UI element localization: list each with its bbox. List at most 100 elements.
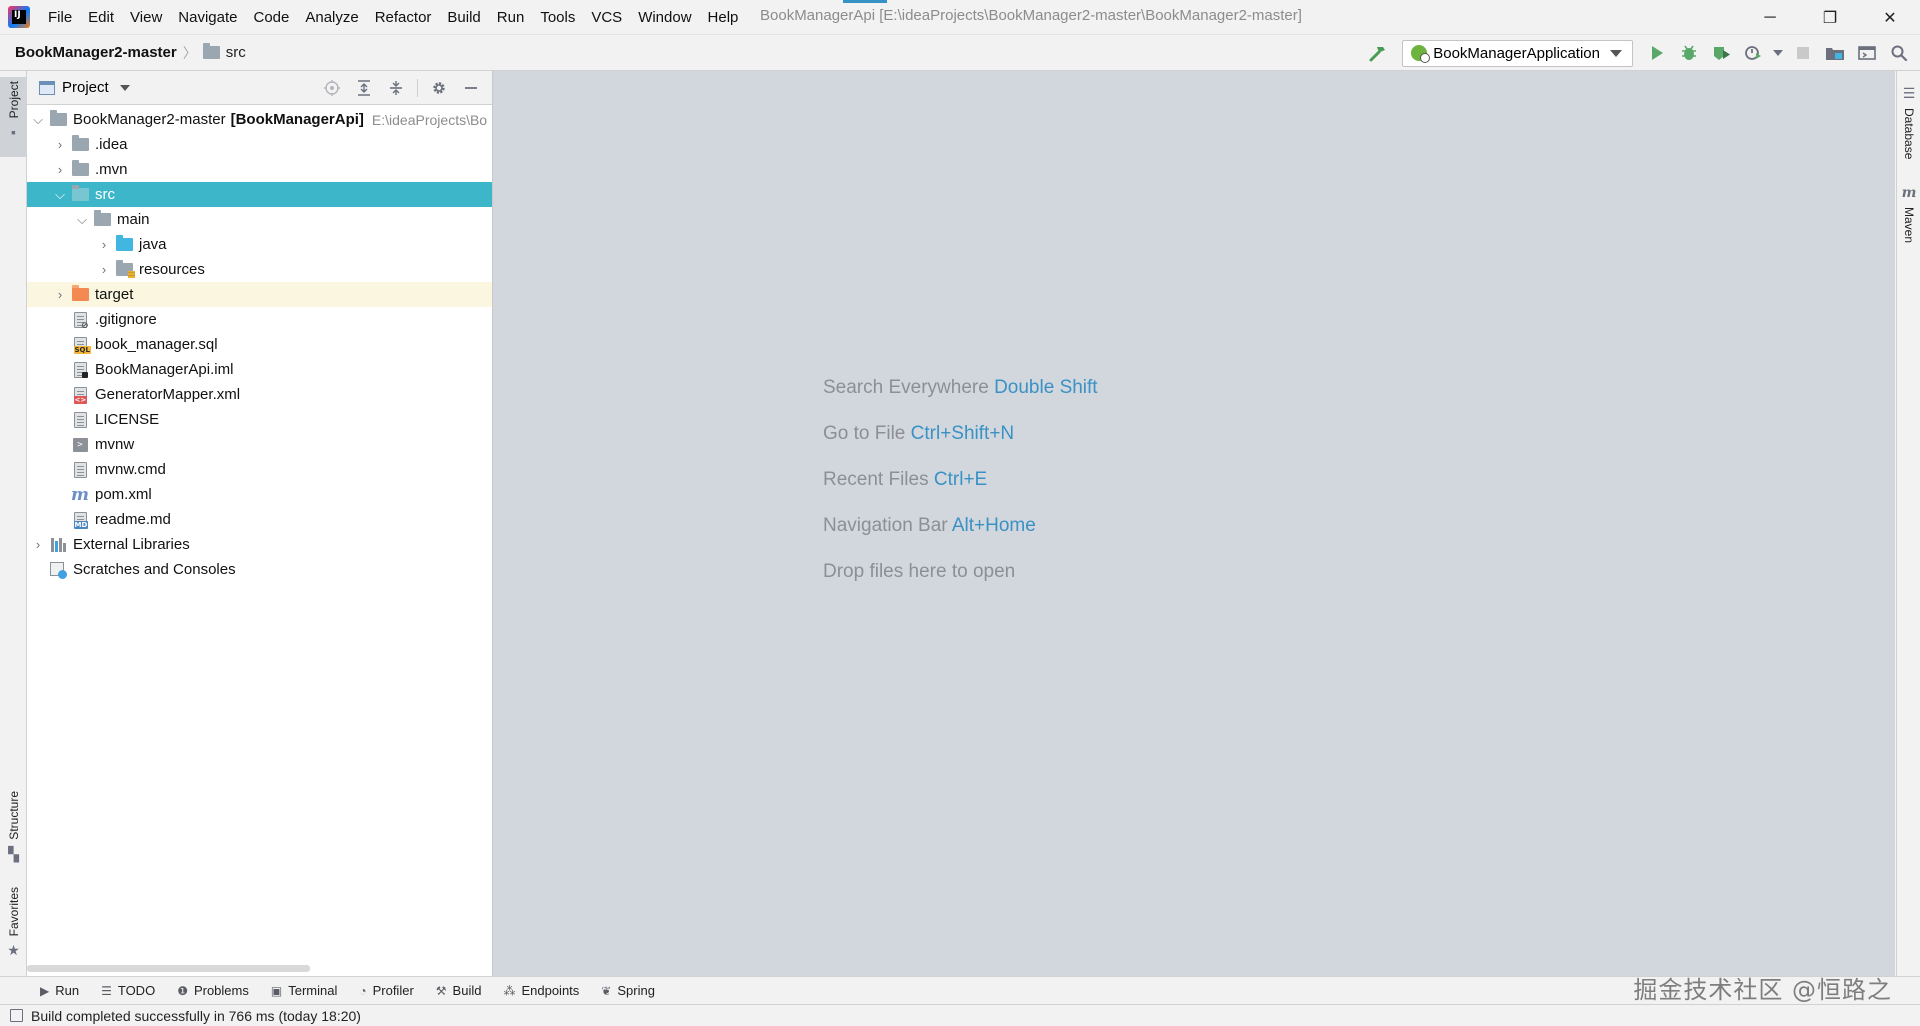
- stop-icon[interactable]: [1788, 38, 1818, 68]
- search-icon[interactable]: [1884, 38, 1914, 68]
- menu-file[interactable]: File: [40, 0, 80, 35]
- chevron-right-icon[interactable]: ›: [49, 132, 71, 157]
- folder-icon: [71, 185, 89, 204]
- tree-row-java[interactable]: › java: [27, 232, 492, 257]
- close-button[interactable]: ✕: [1860, 0, 1920, 35]
- chevron-right-icon[interactable]: ›: [27, 532, 49, 557]
- status-message: Build completed successfully in 766 ms (…: [31, 1007, 361, 1024]
- menu-navigate[interactable]: Navigate: [170, 0, 245, 35]
- project-structure-icon[interactable]: [1820, 38, 1850, 68]
- menu-edit[interactable]: Edit: [80, 0, 122, 35]
- hide-panel-icon[interactable]: [458, 75, 484, 101]
- tool-tab-profiler[interactable]: ◔ Profiler: [359, 983, 413, 998]
- left-tool-strip: Project ▪ Structure ▚ Favorites ★: [0, 71, 27, 976]
- library-icon: [49, 536, 67, 554]
- tree-row-sql-label: book_manager.sql: [95, 336, 218, 353]
- chevron-down-icon[interactable]: ⌵: [71, 207, 93, 232]
- restore-button[interactable]: ❐: [1800, 0, 1860, 35]
- tree-row-license[interactable]: LICENSE: [27, 407, 492, 432]
- tool-tab-spring-label: Spring: [617, 983, 655, 998]
- menu-analyze[interactable]: Analyze: [297, 0, 366, 35]
- tree-row-idea[interactable]: › .idea: [27, 132, 492, 157]
- chevron-right-icon[interactable]: ›: [49, 157, 71, 182]
- tree-row-resources[interactable]: › resources: [27, 257, 492, 282]
- status-bar: Build completed successfully in 766 ms (…: [0, 1004, 1920, 1026]
- project-view-selector[interactable]: Project: [27, 79, 130, 96]
- hint-drop-files: Drop files here to open: [823, 549, 1098, 595]
- run-icon[interactable]: [1642, 38, 1672, 68]
- menu-code[interactable]: Code: [245, 0, 297, 35]
- tree-row-readme[interactable]: MD readme.md: [27, 507, 492, 532]
- maven-icon: m: [1901, 185, 1917, 201]
- menu-run[interactable]: Run: [489, 0, 533, 35]
- hint-navigation-bar-shortcut: Alt+Home: [951, 515, 1036, 536]
- tree-row-mvnw[interactable]: > mvnw: [27, 432, 492, 457]
- tree-row-mvnwcmd[interactable]: mvnw.cmd: [27, 457, 492, 482]
- tool-tab-run[interactable]: ▶ Run: [40, 983, 79, 998]
- tool-tab-spring[interactable]: ❦ Spring: [601, 983, 655, 998]
- menu-refactor[interactable]: Refactor: [367, 0, 440, 35]
- menu-window[interactable]: Window: [630, 0, 699, 35]
- main-toolbar: BookManagerApplication: [1362, 35, 1920, 71]
- tool-tab-run-label: Run: [55, 983, 80, 998]
- collapse-all-icon[interactable]: [383, 75, 409, 101]
- minimize-button[interactable]: ─: [1740, 0, 1800, 35]
- tool-tab-todo[interactable]: ☰ TODO: [101, 983, 155, 998]
- locate-file-icon[interactable]: [319, 75, 345, 101]
- menu-tools[interactable]: Tools: [532, 0, 583, 35]
- breadcrumb-project[interactable]: BookManager2-master: [0, 44, 177, 61]
- tool-tab-favorites[interactable]: Favorites ★: [0, 883, 27, 965]
- tree-row-pom[interactable]: m pom.xml: [27, 482, 492, 507]
- right-tool-strip: ☰ Database m Maven: [1896, 71, 1920, 976]
- more-run-options-icon[interactable]: [1770, 38, 1786, 68]
- tree-row-target[interactable]: › target: [27, 282, 492, 307]
- navigation-bar: BookManager2-master 〉 src BookManagerApp…: [0, 35, 1920, 71]
- tree-row-iml[interactable]: BookManagerApi.iml: [27, 357, 492, 382]
- hint-go-to-file-shortcut: Ctrl+Shift+N: [910, 423, 1015, 444]
- tree-row-src[interactable]: ⌵ src: [27, 182, 492, 207]
- tree-row-main[interactable]: ⌵ main: [27, 207, 492, 232]
- menu-view[interactable]: View: [122, 0, 170, 35]
- presentation-mode-icon[interactable]: [1852, 38, 1882, 68]
- tree-row-gitignore[interactable]: ⊘ .gitignore: [27, 307, 492, 332]
- tree-row-generator[interactable]: <> GeneratorMapper.xml: [27, 382, 492, 407]
- menu-help[interactable]: Help: [700, 0, 747, 35]
- menu-vcs[interactable]: VCS: [583, 0, 630, 35]
- build-hammer-icon[interactable]: [1363, 38, 1393, 68]
- tool-tab-build[interactable]: ⚒ Build: [436, 983, 482, 998]
- tool-tab-endpoints[interactable]: ⁂ Endpoints: [503, 983, 579, 998]
- expand-all-icon[interactable]: [351, 75, 377, 101]
- editor-empty-area[interactable]: Search Everywhere Double Shift Go to Fil…: [493, 71, 1895, 976]
- tool-windows-toggle-icon[interactable]: [10, 1009, 23, 1022]
- tool-tab-problems[interactable]: ❶ Problems: [177, 983, 249, 998]
- tree-row-external-libraries[interactable]: › External Libraries: [27, 532, 492, 557]
- tree-row-scratches[interactable]: Scratches and Consoles: [27, 557, 492, 582]
- gear-icon[interactable]: [426, 75, 452, 101]
- project-window-icon: [39, 80, 55, 95]
- chevron-right-icon[interactable]: ›: [93, 232, 115, 257]
- chevron-down-icon[interactable]: ⌵: [49, 182, 71, 207]
- tool-tab-maven[interactable]: m Maven: [1897, 183, 1920, 247]
- run-with-coverage-icon[interactable]: [1706, 38, 1736, 68]
- run-configuration-selector[interactable]: BookManagerApplication: [1402, 39, 1633, 67]
- tree-row-sql[interactable]: SQL book_manager.sql: [27, 332, 492, 357]
- chevron-right-icon[interactable]: ›: [49, 282, 71, 307]
- debug-icon[interactable]: [1674, 38, 1704, 68]
- tool-tab-structure[interactable]: Structure ▚: [0, 787, 27, 867]
- breadcrumb-src[interactable]: src: [202, 43, 246, 61]
- chevron-down-icon: [119, 84, 130, 91]
- chevron-down-icon[interactable]: ⌵: [27, 107, 49, 132]
- tree-row-mvn[interactable]: › .mvn: [27, 157, 492, 182]
- folder-icon: [202, 43, 220, 59]
- tool-tab-terminal[interactable]: ▣ Terminal: [271, 983, 337, 998]
- horizontal-scrollbar[interactable]: [27, 965, 310, 972]
- play-icon: ▶: [40, 983, 50, 998]
- chevron-right-icon[interactable]: ›: [93, 257, 115, 282]
- window-controls: ─ ❐ ✕: [1740, 0, 1920, 35]
- tool-tab-todo-label: TODO: [117, 983, 156, 998]
- profile-icon[interactable]: [1738, 38, 1768, 68]
- tree-row-project-root[interactable]: ⌵ BookManager2-master [BookManagerApi] E…: [27, 107, 492, 132]
- menu-build[interactable]: Build: [439, 0, 488, 35]
- tool-tab-database[interactable]: ☰ Database: [1897, 83, 1920, 163]
- tool-tab-project[interactable]: Project ▪: [0, 77, 27, 157]
